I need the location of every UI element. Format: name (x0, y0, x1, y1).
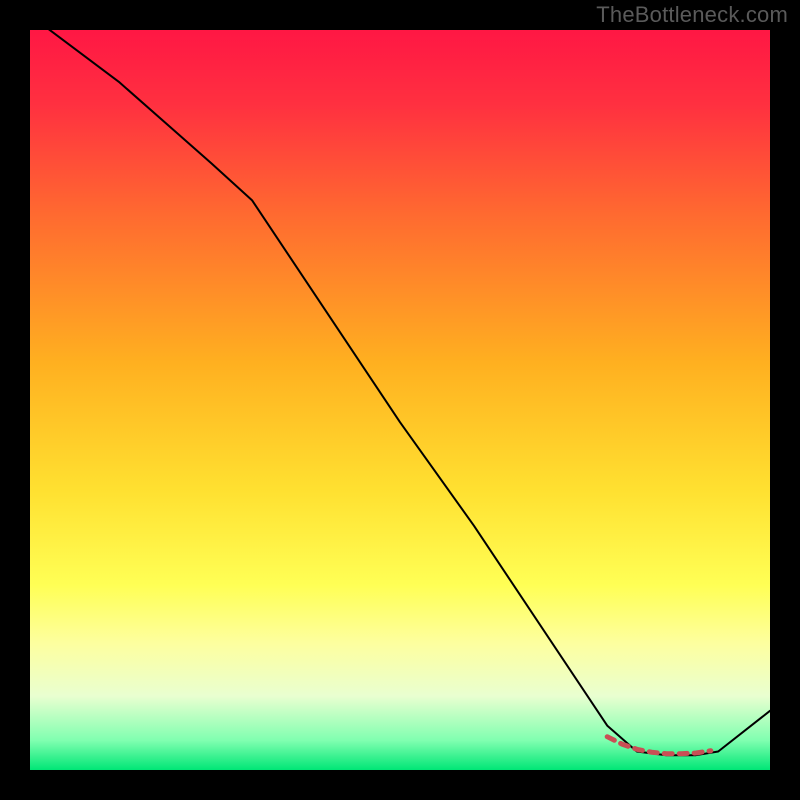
chart-frame: TheBottleneck.com (0, 0, 800, 800)
chart-background (30, 30, 770, 770)
watermark-label: TheBottleneck.com (596, 2, 788, 28)
chart-svg (30, 30, 770, 770)
plot-area (30, 30, 770, 770)
